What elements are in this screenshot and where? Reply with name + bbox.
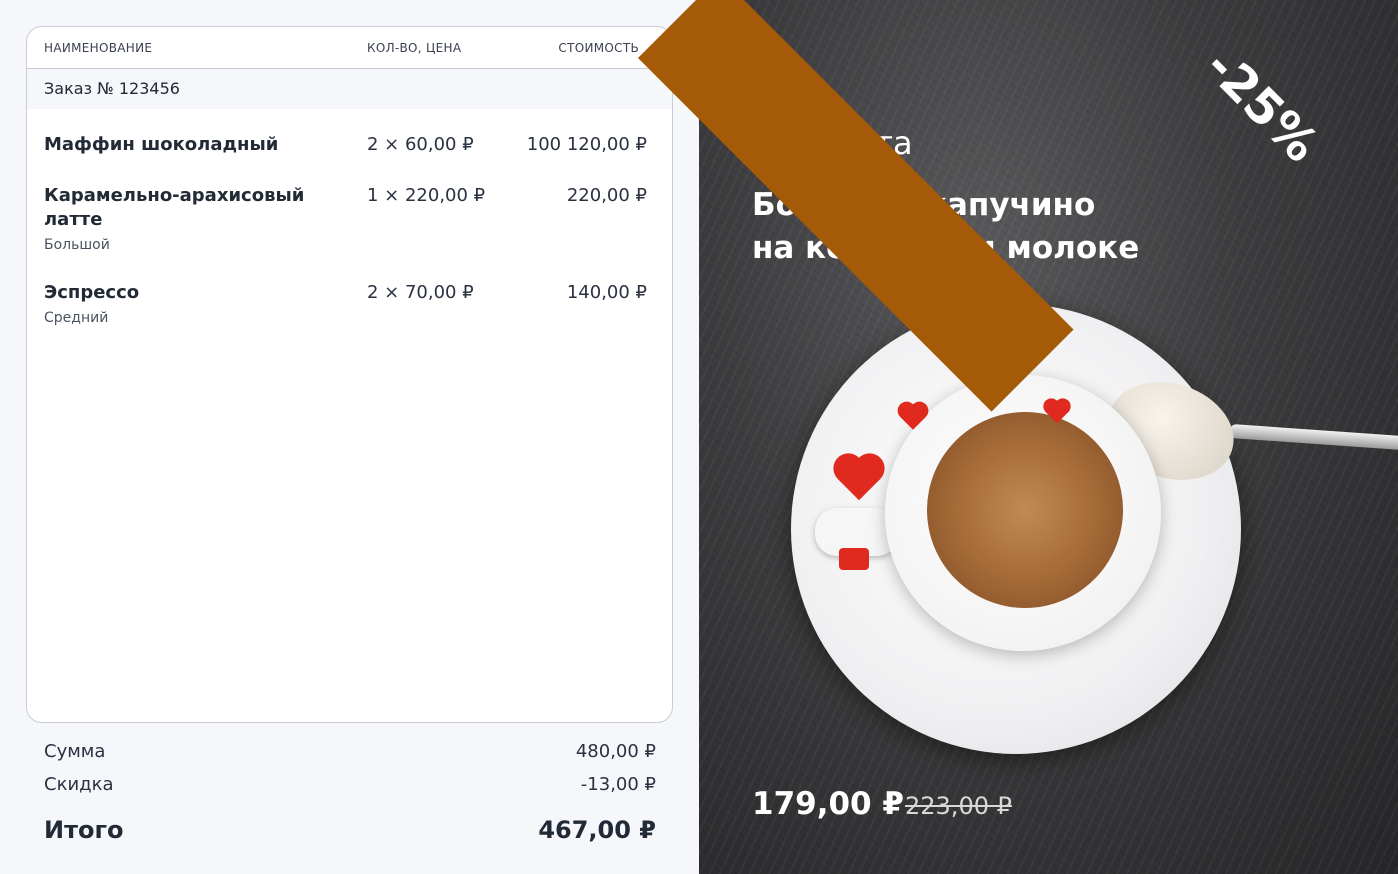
item-variant: Средний [44,310,109,326]
order-number: Заказ № 123456 [27,69,672,109]
item-variant: Большой [44,237,110,253]
item-cost: 140,00 ₽ [566,282,647,303]
column-header-cost: СТОИМОСТЬ [558,41,639,55]
column-header-qty-price: КОЛ-ВО, ЦЕНА [367,41,462,55]
column-header-name: НАИМЕНОВАНИЕ [44,41,153,55]
item-qty-price: 2 × 60,00 ₽ [367,134,474,155]
total-value: 467,00 ₽ [538,816,656,844]
sum-label: Сумма [44,741,106,762]
item-cost: 100 120,00 ₽ [526,134,647,155]
order-items-card: НАИМЕНОВАНИЕ КОЛ-ВО, ЦЕНА СТОИМОСТЬ Зака… [26,26,673,723]
item-qty-price: 1 × 220,00 ₽ [367,185,486,206]
item-cost: 220,00 ₽ [566,185,647,206]
promo-price-old: 223,00 ₽ [905,792,1012,820]
discount-value: -13,00 ₽ [580,774,656,795]
heart-icon [839,548,869,570]
order-panel: НАИМЕНОВАНИЕ КОЛ-ВО, ЦЕНА СТОИМОСТЬ Зака… [0,0,699,874]
sum-value: 480,00 ₽ [575,741,656,762]
item-name: Эспрессо [44,282,140,303]
discount-label: Скидка [44,774,114,795]
item-qty-price: 2 × 70,00 ₽ [367,282,474,303]
item-name: Маффин шоколадный [44,134,279,155]
promo-price-new: 179,00 ₽ [752,786,904,822]
table-header: НАИМЕНОВАНИЕ КОЛ-ВО, ЦЕНА СТОИМОСТЬ [27,27,672,69]
total-label: Итого [44,816,124,844]
coffee-image [927,412,1123,608]
item-name: Карамельно-арахисовый латте [44,185,305,230]
